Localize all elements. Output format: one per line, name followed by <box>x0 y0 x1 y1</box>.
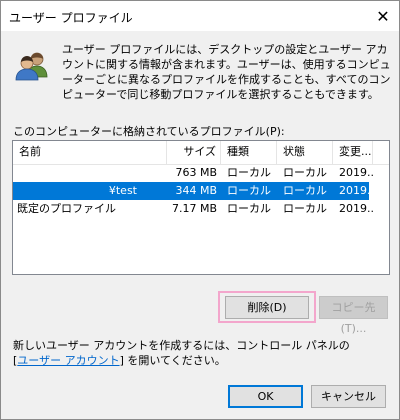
cell-type: ローカル <box>227 202 271 215</box>
cell-name: ¥test <box>108 184 137 197</box>
cancel-button[interactable]: キャンセル <box>311 385 386 408</box>
column-header-modified[interactable]: 変更... <box>333 141 373 164</box>
column-header-size[interactable]: サイズ <box>167 141 221 164</box>
cell-type: ローカル <box>227 184 271 197</box>
cell-status: ローカル <box>283 202 327 215</box>
user-profiles-dialog: ユーザー プロファイル ✕ ユーザー プロファイルには、デスクトップの設定とユー… <box>0 0 400 420</box>
footer-text: 新しいユーザー アカウントを作成するには、コントロール パネルの [ユーザー ア… <box>13 338 350 368</box>
users-icon <box>15 52 48 81</box>
close-button[interactable]: ✕ <box>367 1 399 31</box>
cell-name <box>13 164 167 182</box>
profile-description: ユーザー プロファイルには、デスクトップの設定とユーザー アカウントに関する情報… <box>62 43 391 101</box>
cell-size: 763 MB <box>175 166 217 179</box>
footer-line-2: [ユーザー アカウント] を開いてください。 <box>13 353 350 368</box>
copy-to-button[interactable]: コピー先(T)... <box>319 296 388 335</box>
profile-list[interactable]: 名前 サイズ 種類 状態 変更... 763 MB ローカル ローカル 2019… <box>12 140 390 275</box>
title-bar: ユーザー プロファイル ✕ <box>1 1 399 31</box>
footer-line-2-rest: を開いてください。 <box>123 354 226 367</box>
cell-type: ローカル <box>227 166 271 179</box>
cell-status: ローカル <box>283 184 327 197</box>
delete-button[interactable]: 削除(D) <box>225 296 309 319</box>
table-row-selected[interactable]: ¥test 344 MB ローカル ローカル 2019... <box>13 182 373 200</box>
cell-size: 7.17 MB <box>171 202 217 215</box>
column-header-type[interactable]: 種類 <box>221 141 277 164</box>
column-header-status[interactable]: 状態 <box>277 141 333 164</box>
profile-list-label: このコンピューターに格納されているプロファイル(P): <box>13 125 285 138</box>
cell-status: ローカル <box>283 166 327 179</box>
cell-modified: 2019... <box>339 202 373 215</box>
ok-button[interactable]: OK <box>228 385 303 408</box>
user-accounts-link[interactable]: ユーザー アカウント <box>17 354 119 367</box>
cell-name: 既定のプロファイル <box>17 202 116 215</box>
table-row[interactable]: 763 MB ローカル ローカル 2019... <box>13 164 373 182</box>
footer-line-1: 新しいユーザー アカウントを作成するには、コントロール パネルの <box>13 339 350 352</box>
window-title: ユーザー プロファイル <box>9 11 133 25</box>
table-row[interactable]: 既定のプロファイル 7.17 MB ローカル ローカル 2019... <box>13 200 373 218</box>
close-icon: ✕ <box>376 6 390 26</box>
cell-modified: 2019... <box>339 184 373 197</box>
cell-modified: 2019... <box>339 166 373 179</box>
cell-size: 344 MB <box>175 184 217 197</box>
column-header-name[interactable]: 名前 <box>13 141 167 164</box>
list-header: 名前 サイズ 種類 状態 変更... <box>13 141 389 165</box>
